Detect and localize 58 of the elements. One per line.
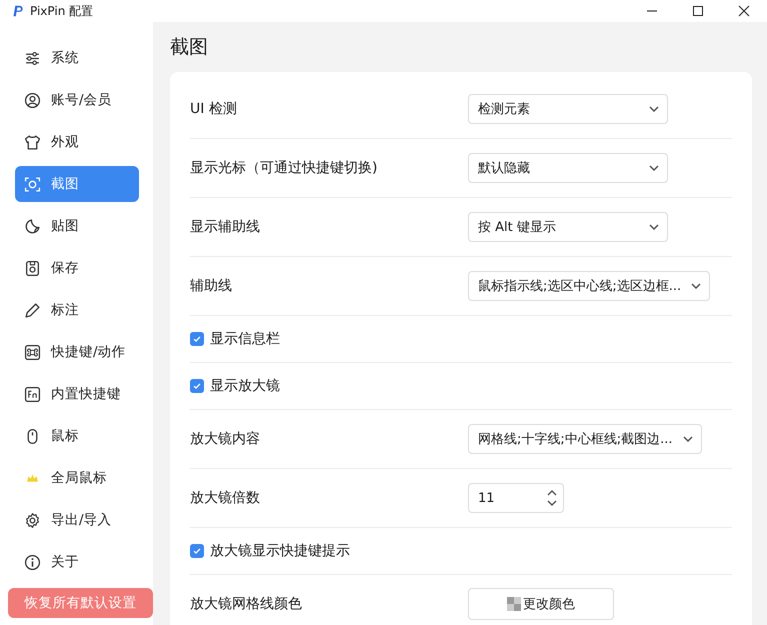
pencil-icon [24,302,41,318]
setting-label: 放大镜网格线颜色 [190,595,303,613]
sliders-icon [24,50,41,66]
increment-icon[interactable] [547,490,557,496]
sidebar-item[interactable]: 快捷键/动作 [15,334,139,370]
setting-label: 放大镜倍数 [190,489,261,507]
user-icon [24,92,41,108]
checkbox-label: 放大镜显示快捷键提示 [210,542,350,560]
chevron-down-icon [682,436,693,442]
sidebar-item[interactable]: 内置快捷键 [15,376,139,412]
setting-label: 放大镜内容 [190,430,261,448]
number-field[interactable]: 11 [468,483,564,513]
chevron-down-icon [649,224,659,230]
window-title: PixPin 配置 [30,2,94,20]
checkbox[interactable] [190,379,204,393]
sidebar-item[interactable]: 关于 [15,544,139,580]
decrement-icon[interactable] [547,500,557,506]
dropdown[interactable]: 默认隐藏 [468,153,668,183]
checkbox[interactable] [190,332,204,346]
checkmark-icon [192,381,202,391]
color-swatch-icon [507,597,521,611]
checkmark-icon [192,334,202,344]
info-icon [24,554,41,570]
sidebar-item[interactable]: 保存 [15,250,139,286]
setting-label: 辅助线 [190,277,233,295]
checkmark-icon [192,546,202,556]
sidebar-item[interactable]: 贴图 [15,208,139,244]
screenshot-icon [24,176,41,192]
chevron-down-icon [649,106,659,112]
page-title: 截图 [170,35,209,60]
sidebar-item[interactable]: 账号/会员 [15,82,139,118]
checkbox-label: 显示放大镜 [210,377,280,395]
sidebar-item[interactable]: 截图 [15,166,139,202]
shirt-icon [24,134,41,150]
change-color-button[interactable]: 更改颜色 [468,588,614,620]
sticker-icon [24,218,41,234]
close-icon [738,5,750,17]
dropdown[interactable]: 检测元素 [468,94,668,124]
sidebar-item[interactable]: 外观 [15,124,139,160]
chevron-down-icon [649,165,659,171]
sidebar-item[interactable]: 标注 [15,292,139,328]
command-key-icon [24,344,41,360]
setting-label: 显示辅助线 [190,218,261,236]
setting-label: 显示光标（可通过快捷键切换) [190,159,378,177]
sidebar-item[interactable]: 系统 [15,40,139,76]
maximize-icon [692,5,704,17]
fn-key-icon [24,386,41,402]
sidebar-item[interactable]: 导出/导入 [15,502,139,538]
settings-icon [24,512,41,528]
dropdown[interactable]: 网格线;十字线;中心框线;截图边... [468,424,702,454]
sidebar-item[interactable]: 全局鼠标 [15,460,139,496]
dropdown[interactable]: 鼠标指示线;选区中心线;选区边框... [468,271,710,301]
dropdown[interactable]: 按 Alt 键显示 [468,212,668,242]
sidebar-item[interactable]: 鼠标 [15,418,139,454]
setting-label: UI 检测 [190,100,238,118]
checkbox[interactable] [190,544,204,558]
checkbox-label: 显示信息栏 [210,330,280,348]
chevron-down-icon [691,283,702,289]
